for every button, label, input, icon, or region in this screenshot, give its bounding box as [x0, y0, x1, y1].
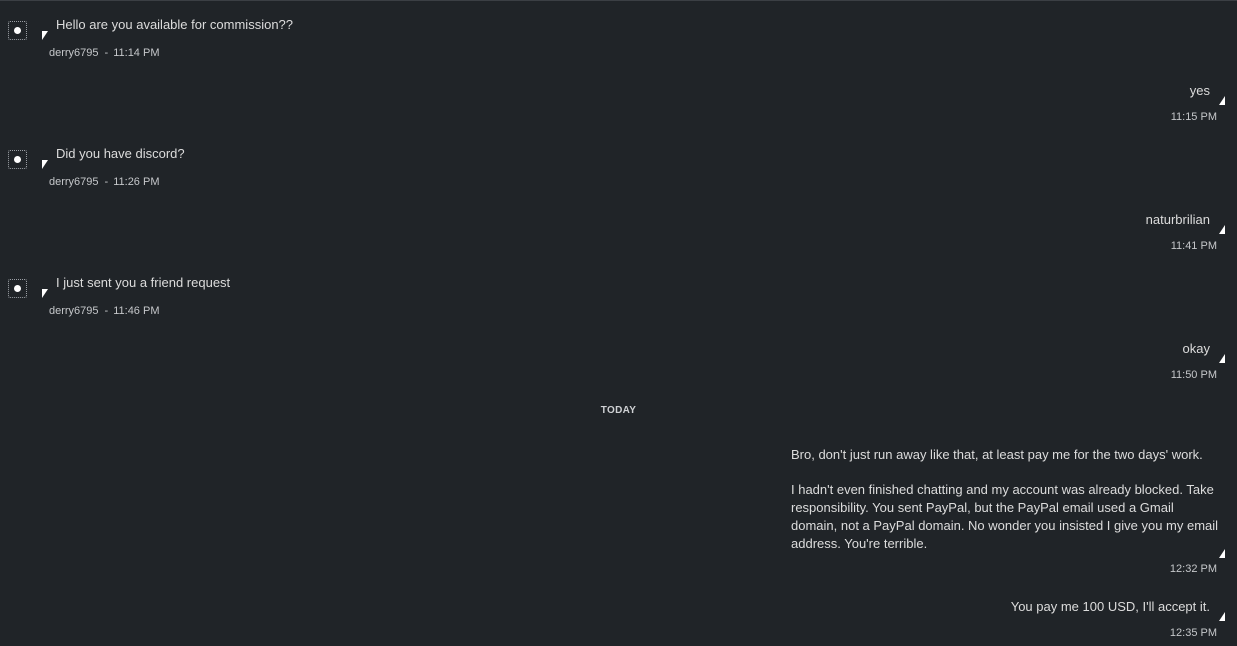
sender-name[interactable]: derry6795 — [49, 176, 99, 188]
message-paragraph: Bro, don't just run away like that, at l… — [791, 447, 1203, 462]
bubble-tail-icon — [1219, 225, 1225, 234]
message-text: You pay me 100 USD, I'll accept it. — [1010, 599, 1210, 614]
message-time: 11:46 PM — [113, 305, 160, 317]
message-time: 11:50 PM — [1170, 369, 1217, 381]
message-text: Hello are you available for commission?? — [56, 17, 294, 32]
message-time: 11:15 PM — [1170, 111, 1217, 123]
bubble-tail-icon — [1219, 96, 1225, 105]
message-meta: derry6795-11:26 PM — [49, 176, 160, 188]
bubble-tail-icon — [1219, 549, 1225, 558]
bubble-tail-icon — [1219, 612, 1225, 621]
message-meta: derry6795-11:46 PM — [49, 305, 160, 317]
sender-name[interactable]: derry6795 — [49, 47, 99, 59]
message-time: 12:35 PM — [1169, 627, 1217, 639]
message-text: naturbrilian — [1145, 212, 1210, 227]
message-text: yes — [1189, 83, 1210, 98]
message-text: Did you have discord? — [56, 146, 185, 161]
avatar-dot-icon — [14, 27, 21, 34]
day-divider: TODAY — [600, 405, 637, 416]
bubble-tail-icon — [42, 31, 48, 40]
avatar[interactable] — [8, 21, 27, 40]
meta-separator: - — [104, 305, 109, 317]
message-meta: derry6795-11:14 PM — [49, 47, 160, 59]
meta-separator: - — [104, 176, 109, 188]
message-paragraph: I hadn't even finished chatting and my a… — [791, 482, 1219, 551]
message-time: 11:14 PM — [113, 47, 160, 59]
message-text-long: Bro, don't just run away like that, at l… — [791, 446, 1221, 552]
message-time: 11:26 PM — [113, 176, 160, 188]
bubble-tail-icon — [1219, 354, 1225, 363]
avatar-dot-icon — [14, 156, 21, 163]
message-time: 11:41 PM — [1170, 240, 1217, 252]
message-time: 12:32 PM — [1169, 563, 1217, 575]
bubble-tail-icon — [42, 289, 48, 298]
message-text: okay — [1182, 341, 1210, 356]
avatar[interactable] — [8, 279, 27, 298]
meta-separator: - — [104, 47, 109, 59]
avatar[interactable] — [8, 150, 27, 169]
message-text: I just sent you a friend request — [56, 275, 231, 290]
chat-thread: Hello are you available for commission??… — [0, 0, 1237, 646]
avatar-dot-icon — [14, 285, 21, 292]
sender-name[interactable]: derry6795 — [49, 305, 99, 317]
bubble-tail-icon — [42, 160, 48, 169]
